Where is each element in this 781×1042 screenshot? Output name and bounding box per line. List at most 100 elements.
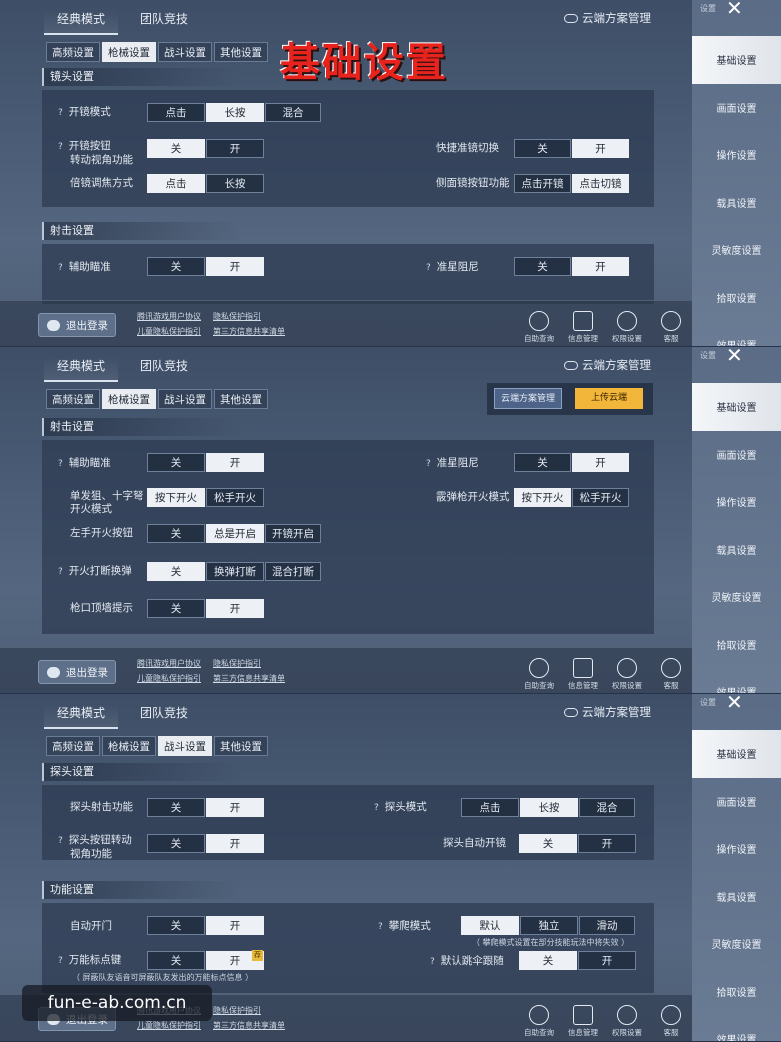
link-user-agreement[interactable]: 腾讯游戏用户协议 <box>137 656 201 671</box>
subtab-high[interactable]: 高频设置 <box>46 42 100 62</box>
opt-reload-interrupt[interactable]: 换弹打断 <box>206 562 264 581</box>
tab-team[interactable]: 团队竞技 <box>140 704 188 721</box>
subtab-high[interactable]: 高频设置 <box>46 389 100 409</box>
permission-button[interactable]: 权限设置 <box>608 311 646 344</box>
sidebar-item-basic[interactable]: 基础设置 <box>692 730 781 778</box>
link-third-party[interactable]: 第三方信息共享清单 <box>213 1018 285 1033</box>
opt-off[interactable]: 关 <box>147 798 205 817</box>
opt-on[interactable]: 开 <box>206 453 264 472</box>
cloud-manage-link[interactable]: 云端方案管理 <box>564 357 651 373</box>
opt-mix[interactable]: 混合 <box>265 103 321 122</box>
opt-click[interactable]: 点击 <box>461 798 519 817</box>
opt-press-fire[interactable]: 按下开火 <box>147 488 205 507</box>
link-privacy[interactable]: 隐私保护指引 <box>213 656 261 671</box>
opt-mix-interrupt[interactable]: 混合打断 <box>265 562 321 581</box>
opt-click[interactable]: 点击 <box>147 103 205 122</box>
opt-on[interactable]: 开 <box>578 834 636 853</box>
subtab-combat[interactable]: 战斗设置 <box>158 42 212 62</box>
sidebar-item-sensitivity[interactable]: 灵敏度设置 <box>692 920 781 968</box>
cloud-manage-link[interactable]: 云端方案管理 <box>564 10 651 26</box>
opt-off[interactable]: 关 <box>514 453 571 472</box>
opt-off[interactable]: 关 <box>147 257 205 276</box>
opt-on[interactable]: 开 <box>206 916 264 935</box>
sidebar-item-basic[interactable]: 基础设置 <box>692 36 781 84</box>
opt-release-fire[interactable]: 松手开火 <box>572 488 629 507</box>
opt-on[interactable]: 开 <box>572 453 629 472</box>
opt-independent[interactable]: 独立 <box>520 916 578 935</box>
opt-slide[interactable]: 滑动 <box>579 916 635 935</box>
logout-button[interactable]: 退出登录 <box>38 660 116 684</box>
link-privacy[interactable]: 隐私保护指引 <box>213 1003 261 1018</box>
permission-button[interactable]: 权限设置 <box>608 1005 646 1038</box>
subtab-gun[interactable]: 枪械设置 <box>102 42 156 62</box>
sidebar-item-vehicle[interactable]: 载具设置 <box>692 873 781 921</box>
opt-off[interactable]: 关 <box>147 834 205 853</box>
opt-hold[interactable]: 长按 <box>206 174 264 193</box>
opt-on[interactable]: 开 <box>206 139 264 158</box>
info-manage-button[interactable]: 信息管理 <box>564 658 602 691</box>
close-icon[interactable]: ✕ <box>726 0 743 18</box>
opt-off[interactable]: 关 <box>514 139 571 158</box>
self-help-button[interactable]: 自助查询 <box>520 658 558 691</box>
opt-off[interactable]: 关 <box>147 951 205 970</box>
sidebar-item-basic[interactable]: 基础设置 <box>692 383 781 431</box>
opt-press-fire[interactable]: 按下开火 <box>514 488 571 507</box>
opt-off[interactable]: 关 <box>514 257 571 276</box>
service-button[interactable]: 客服 <box>652 658 690 691</box>
cloud-manage-button[interactable]: 云端方案管理 <box>494 388 562 409</box>
sidebar-item-effects[interactable]: 效果设置 <box>692 1015 781 1041</box>
tab-team[interactable]: 团队竞技 <box>140 357 188 374</box>
subtab-other[interactable]: 其他设置 <box>214 389 268 409</box>
opt-on[interactable]: 开 <box>572 257 629 276</box>
subtab-gun[interactable]: 枪械设置 <box>102 736 156 756</box>
opt-always[interactable]: 总是开启 <box>206 524 264 543</box>
sidebar-item-effects[interactable]: 效果设置 <box>692 321 781 346</box>
opt-off[interactable]: 关 <box>147 524 205 543</box>
opt-off[interactable]: 关 <box>147 599 205 618</box>
subtab-high[interactable]: 高频设置 <box>46 736 100 756</box>
opt-off[interactable]: 关 <box>519 834 577 853</box>
sidebar-item-pickup[interactable]: 拾取设置 <box>692 621 781 669</box>
self-help-button[interactable]: 自助查询 <box>520 311 558 344</box>
self-help-button[interactable]: 自助查询 <box>520 1005 558 1038</box>
service-button[interactable]: 客服 <box>652 311 690 344</box>
sidebar-item-vehicle[interactable]: 载具设置 <box>692 526 781 574</box>
logout-button[interactable]: 退出登录 <box>38 313 116 337</box>
service-button[interactable]: 客服 <box>652 1005 690 1038</box>
link-third-party[interactable]: 第三方信息共享清单 <box>213 324 285 339</box>
opt-hold[interactable]: 长按 <box>206 103 264 122</box>
opt-open[interactable]: 点击开镜 <box>514 174 571 193</box>
sidebar-item-pickup[interactable]: 拾取设置 <box>692 968 781 1016</box>
sidebar-item-control[interactable]: 操作设置 <box>692 825 781 873</box>
opt-click[interactable]: 点击 <box>147 174 205 193</box>
link-user-agreement[interactable]: 腾讯游戏用户协议 <box>137 309 201 324</box>
link-child-privacy[interactable]: 儿童隐私保护指引 <box>137 324 201 339</box>
sidebar-item-display[interactable]: 画面设置 <box>692 84 781 132</box>
sidebar-item-sensitivity[interactable]: 灵敏度设置 <box>692 573 781 621</box>
info-manage-button[interactable]: 信息管理 <box>564 1005 602 1038</box>
subtab-other[interactable]: 其他设置 <box>214 42 268 62</box>
sidebar-item-pickup[interactable]: 拾取设置 <box>692 274 781 322</box>
opt-on[interactable]: 开 <box>206 798 264 817</box>
subtab-gun[interactable]: 枪械设置 <box>102 389 156 409</box>
sidebar-item-sensitivity[interactable]: 灵敏度设置 <box>692 226 781 274</box>
sidebar-item-effects[interactable]: 效果设置 <box>692 668 781 693</box>
opt-off[interactable]: 关 <box>147 562 205 581</box>
opt-on[interactable]: 开 <box>206 599 264 618</box>
subtab-combat[interactable]: 战斗设置 <box>158 736 212 756</box>
permission-button[interactable]: 权限设置 <box>608 658 646 691</box>
tab-classic[interactable]: 经典模式 <box>44 704 118 729</box>
info-manage-button[interactable]: 信息管理 <box>564 311 602 344</box>
sidebar-item-vehicle[interactable]: 载具设置 <box>692 179 781 227</box>
link-privacy[interactable]: 隐私保护指引 <box>213 309 261 324</box>
cloud-manage-link[interactable]: 云端方案管理 <box>564 704 651 720</box>
subtab-other[interactable]: 其他设置 <box>214 736 268 756</box>
sidebar-item-control[interactable]: 操作设置 <box>692 478 781 526</box>
opt-default[interactable]: 默认 <box>461 916 519 935</box>
sidebar-item-display[interactable]: 画面设置 <box>692 778 781 826</box>
upload-cloud-button[interactable]: 上传云端 <box>575 388 643 409</box>
opt-off[interactable]: 关 <box>519 951 577 970</box>
opt-off[interactable]: 关 <box>147 139 205 158</box>
opt-on[interactable]: 开 <box>578 951 636 970</box>
opt-off[interactable]: 关 <box>147 916 205 935</box>
